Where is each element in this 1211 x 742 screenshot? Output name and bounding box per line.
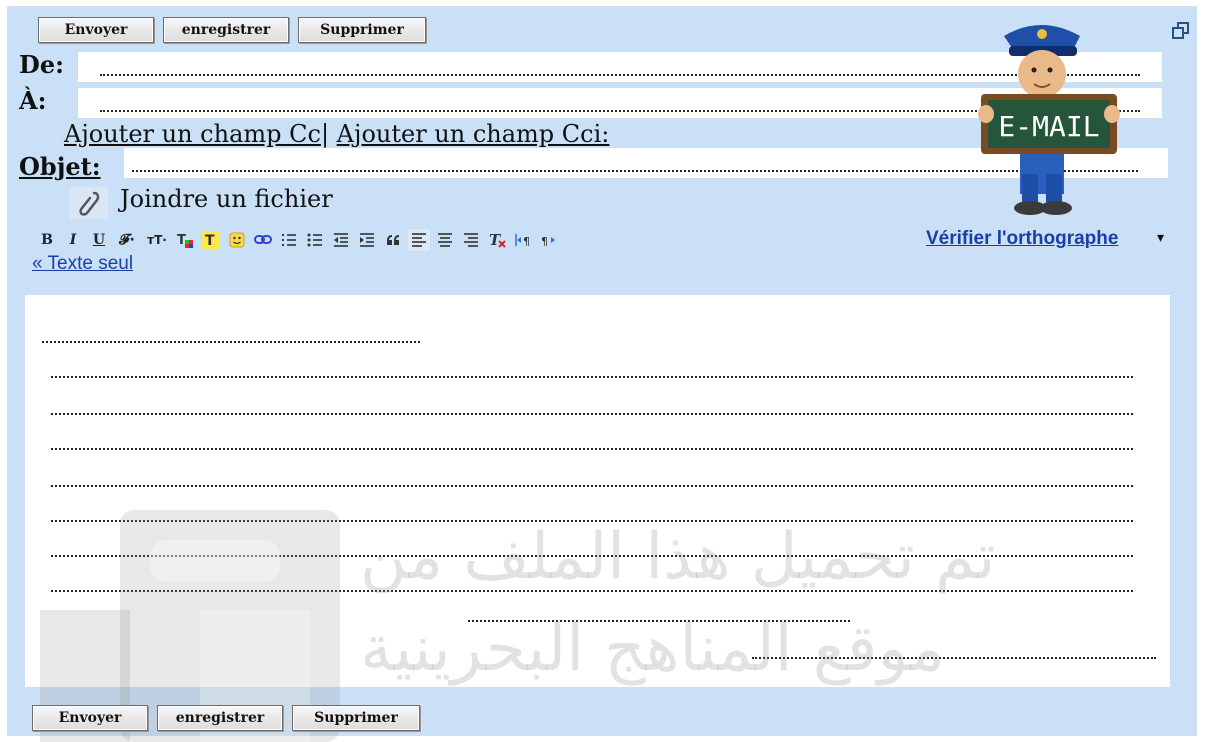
link-icon[interactable] xyxy=(252,229,274,251)
link-separator: | xyxy=(320,120,330,148)
font-family-button[interactable]: 𝓕· xyxy=(114,229,140,251)
email-sign-text: E-MAIL xyxy=(998,110,1099,143)
plain-text-link[interactable]: « Texte seul xyxy=(32,253,133,275)
numbered-list-icon[interactable] xyxy=(278,229,300,251)
align-right-icon[interactable] xyxy=(460,229,482,251)
to-label: À: xyxy=(19,86,47,115)
cc-bcc-links: Ajouter un champ Cc| Ajouter un champ Cc… xyxy=(64,120,609,148)
paperclip-icon[interactable] xyxy=(70,187,108,219)
svg-text:T: T xyxy=(205,233,215,249)
font-size-button[interactable]: тT· xyxy=(144,229,170,251)
send-button[interactable]: Envoyer xyxy=(38,17,154,43)
delete-button[interactable]: Supprimer xyxy=(298,17,426,43)
indent-more-icon[interactable] xyxy=(356,229,378,251)
spellcheck-link[interactable]: Vérifier l'orthographe xyxy=(926,228,1118,250)
email-mascot-image: E-MAIL xyxy=(978,25,1120,215)
watermark-text-1: تم تحميل هذا الملف من xyxy=(360,520,996,594)
add-cc-link[interactable]: Ajouter un champ Cc xyxy=(64,120,321,148)
save-button-bottom[interactable]: enregistrer xyxy=(157,705,283,731)
smiley-icon[interactable] xyxy=(226,229,248,251)
text-color-icon[interactable]: T xyxy=(174,229,196,251)
rtl-direction-icon[interactable]: ¶ xyxy=(538,229,560,251)
popout-icon[interactable] xyxy=(1172,22,1190,40)
underline-button[interactable]: U xyxy=(88,229,110,251)
quote-icon[interactable] xyxy=(382,229,404,251)
add-bcc-link[interactable]: Ajouter un champ Cci: xyxy=(337,120,610,148)
italic-button[interactable]: I xyxy=(62,229,84,251)
ltr-direction-icon[interactable]: ¶ xyxy=(512,229,534,251)
spellcheck-dropdown-icon[interactable]: ▾ xyxy=(1157,230,1164,246)
watermark-text-2: موقع المناهج البحرينية xyxy=(360,612,945,686)
subject-label: Objet: xyxy=(19,152,101,181)
from-label: De: xyxy=(19,50,64,79)
align-center-icon[interactable] xyxy=(434,229,456,251)
attach-file-link[interactable]: Joindre un fichier xyxy=(120,185,333,213)
indent-less-icon[interactable] xyxy=(330,229,352,251)
formatting-toolbar: B I U 𝓕· тT· T T T ¶ ¶ xyxy=(36,227,564,253)
send-button-bottom[interactable]: Envoyer xyxy=(32,705,148,731)
svg-text:¶: ¶ xyxy=(541,235,548,248)
bold-button[interactable]: B xyxy=(36,229,58,251)
bulleted-list-icon[interactable] xyxy=(304,229,326,251)
svg-text:¶: ¶ xyxy=(523,235,530,248)
delete-button-bottom[interactable]: Supprimer xyxy=(292,705,420,731)
remove-formatting-icon[interactable]: T xyxy=(486,229,508,251)
align-left-icon[interactable] xyxy=(408,229,430,251)
save-button[interactable]: enregistrer xyxy=(163,17,289,43)
svg-text:T: T xyxy=(177,233,186,248)
highlight-color-icon[interactable]: T xyxy=(200,229,222,251)
